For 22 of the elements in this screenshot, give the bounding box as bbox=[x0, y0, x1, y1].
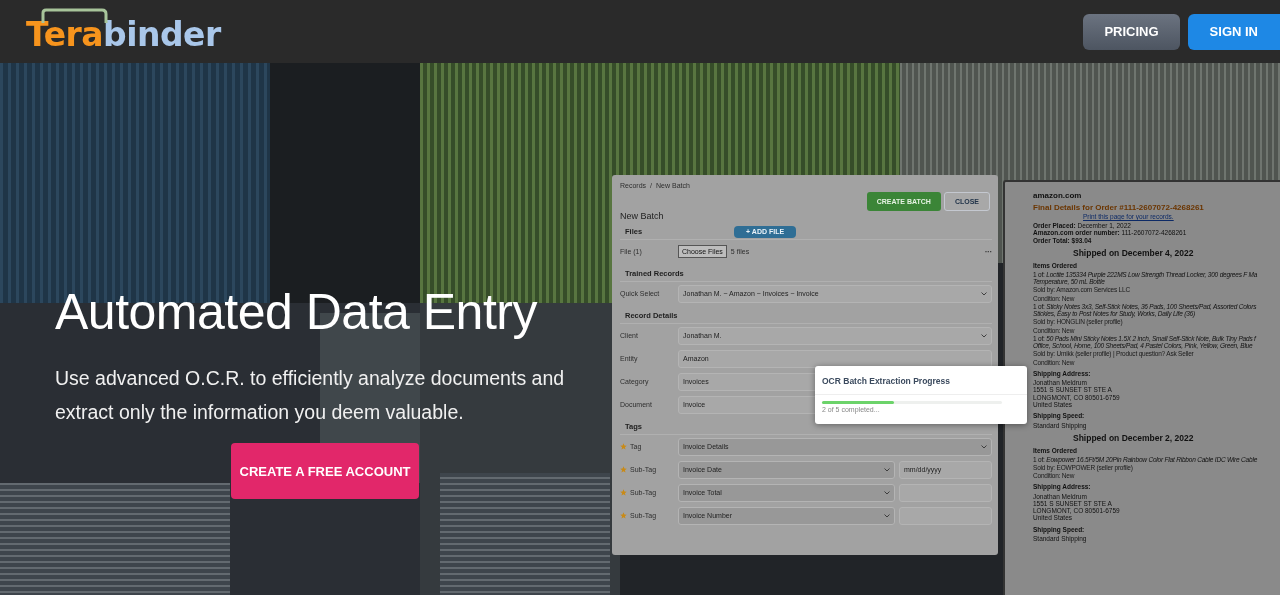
hero-subtitle: Use advanced O.C.R. to efficiently analyze documents and extract only the information you deem valuable. bbox=[55, 366, 566, 425]
chevron-down-icon bbox=[981, 333, 987, 338]
pricing-button[interactable]: PRICING bbox=[1083, 13, 1180, 50]
amazon-logo: amazon.com bbox=[1033, 192, 1083, 201]
chevron-down-icon bbox=[884, 490, 890, 495]
chevron-down-icon bbox=[884, 513, 890, 518]
chevron-down-icon bbox=[884, 467, 890, 472]
star-icon bbox=[620, 512, 627, 519]
hero-title: Automated Data Entry bbox=[55, 283, 537, 341]
invoice-text: Shipped on December 4, 2022 bbox=[1073, 248, 1195, 259]
invoice-text: Final Details for Order #111-2607072-4268261 bbox=[1033, 203, 1205, 213]
invoice-text: Shipped on December 2, 2022 bbox=[1073, 433, 1195, 444]
star-icon bbox=[620, 443, 627, 450]
form-heading: New Batch bbox=[620, 211, 665, 221]
toast-title: OCR Batch Extraction Progress bbox=[815, 366, 1027, 395]
star-icon bbox=[620, 489, 627, 496]
create-account-button[interactable]: CREATE A FREE ACCOUNT bbox=[231, 443, 419, 499]
sign-in-button[interactable]: SIGN IN bbox=[1187, 13, 1280, 50]
star-icon bbox=[620, 466, 627, 473]
terabinder-logo[interactable]: Terabinder bbox=[26, 18, 221, 51]
chevron-down-icon bbox=[981, 444, 987, 449]
chevron-down-icon bbox=[981, 291, 987, 296]
